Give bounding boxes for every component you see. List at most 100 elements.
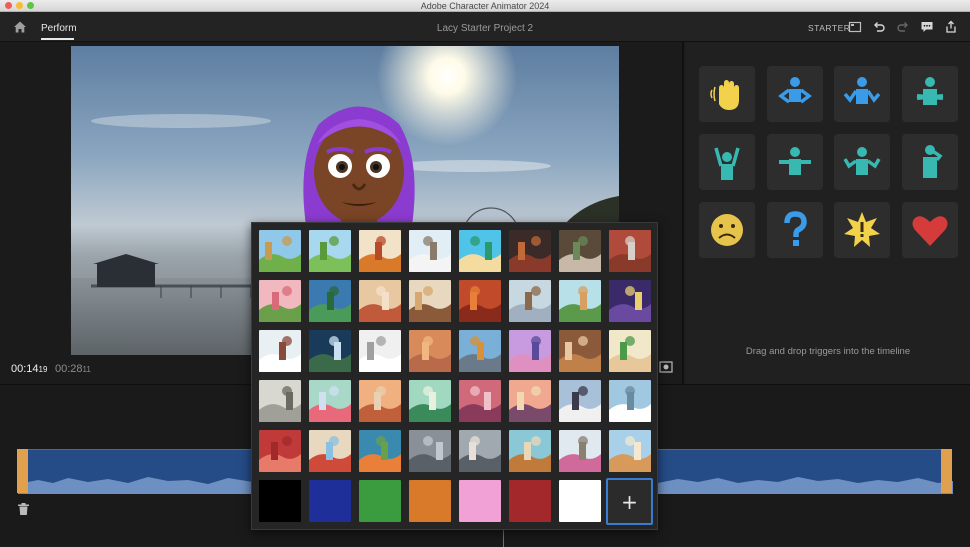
background-thumb-desert-cactus[interactable] — [609, 330, 651, 372]
background-thumb-tropical-beach[interactable] — [459, 230, 501, 272]
redo-icon[interactable] — [896, 20, 910, 34]
color-swatch[interactable] — [509, 480, 551, 522]
background-thumb-pink-mountains[interactable] — [459, 380, 501, 422]
arms-out-icon — [779, 147, 811, 175]
background-thumb-sketch-town[interactable] — [259, 380, 301, 422]
background-thumb-image — [559, 230, 601, 272]
background-thumb-image — [409, 230, 451, 272]
record-icon[interactable] — [659, 360, 673, 374]
total-time: 00:2811 — [55, 363, 91, 375]
background-thumb-purple-planet[interactable] — [509, 330, 551, 372]
background-thumb-image — [509, 230, 551, 272]
background-thumb-cherry-blossom[interactable] — [309, 380, 351, 422]
question-mark-icon — [784, 211, 807, 246]
background-thumb-interior-doorway[interactable] — [359, 280, 401, 322]
background-thumb-treehouse[interactable] — [509, 430, 551, 472]
background-thumb-image — [609, 430, 651, 472]
background-thumb-studio-white[interactable] — [359, 330, 401, 372]
trigger-sad-face[interactable] — [699, 202, 755, 258]
color-swatch[interactable] — [459, 480, 501, 522]
background-thumb-green-valley[interactable] — [309, 280, 351, 322]
background-thumb-orange-trees[interactable] — [359, 430, 401, 472]
thinking-icon — [923, 145, 943, 178]
background-thumb-office[interactable] — [509, 280, 551, 322]
current-time: 00:1419 — [11, 363, 47, 375]
triggers-panel: Drag and drop triggers into the timeline — [686, 42, 970, 384]
trigger-question-mark[interactable] — [767, 202, 823, 258]
trigger-heart[interactable] — [902, 202, 958, 258]
background-thumb-brick-wall[interactable] — [609, 230, 651, 272]
color-swatch[interactable] — [359, 480, 401, 522]
background-thumb-adobe-house[interactable] — [409, 330, 451, 372]
background-thumb-image — [359, 380, 401, 422]
track-start-handle[interactable] — [17, 449, 28, 493]
background-thumb-image — [409, 430, 451, 472]
background-thumb-image — [409, 380, 451, 422]
background-thumb-image — [509, 380, 551, 422]
background-thumb-image — [309, 230, 351, 272]
trigger-hands-up[interactable] — [699, 134, 755, 190]
trigger-shrug-teal[interactable] — [834, 134, 890, 190]
sad-face-icon — [711, 214, 743, 246]
background-thumb-image — [509, 430, 551, 472]
color-swatch[interactable] — [309, 480, 351, 522]
exclamation-burst-icon — [844, 212, 880, 247]
background-thumb-red-canyon[interactable] — [259, 430, 301, 472]
background-thumb-image — [409, 280, 451, 322]
panel-toggle-icon[interactable] — [848, 20, 862, 34]
heart-icon — [912, 216, 948, 246]
active-tab-indicator — [41, 38, 74, 40]
background-thumb-image — [459, 430, 501, 472]
background-picker-popover: + — [251, 222, 658, 530]
background-thumb-meadow[interactable] — [309, 230, 351, 272]
trigger-arms-crossed[interactable] — [902, 66, 958, 122]
background-thumb-pink-hills[interactable] — [259, 280, 301, 322]
background-thumb-autumn-trees[interactable] — [359, 230, 401, 272]
hands-on-hips-icon — [778, 77, 812, 104]
trigger-shrug-blue[interactable] — [834, 66, 890, 122]
background-thumb-stadium-lights[interactable] — [309, 330, 351, 372]
background-thumb-image — [509, 330, 551, 372]
color-swatch[interactable] — [259, 480, 301, 522]
background-thumb-image — [359, 230, 401, 272]
background-thumb-wooden-shack[interactable] — [559, 330, 601, 372]
background-thumb-red-desert[interactable] — [459, 280, 501, 322]
background-thumb-alley[interactable] — [559, 230, 601, 272]
color-swatch[interactable] — [559, 480, 601, 522]
trigger-thinking[interactable] — [902, 134, 958, 190]
background-thumb-lighthouse[interactable] — [559, 380, 601, 422]
background-thumb-image — [259, 230, 301, 272]
color-swatch[interactable] — [409, 480, 451, 522]
app-toolbar: Perform Lacy Starter Project 2 STARTER — [0, 12, 970, 42]
add-background-button[interactable]: + — [606, 478, 653, 525]
trigger-hands-on-hips[interactable] — [767, 66, 823, 122]
background-thumb-ship-harbor[interactable] — [459, 430, 501, 472]
background-thumb-winter-birch[interactable] — [409, 230, 451, 272]
background-thumb-canyon[interactable] — [359, 380, 401, 422]
background-thumb-sunset-tree[interactable] — [509, 380, 551, 422]
wave-hand-icon — [710, 80, 739, 110]
background-thumb-snowy-cabin[interactable] — [259, 330, 301, 372]
background-thumb-snowy-peaks[interactable] — [609, 380, 651, 422]
background-thumb-forest[interactable] — [259, 230, 301, 272]
comment-icon[interactable] — [920, 20, 934, 34]
trigger-exclamation-burst[interactable] — [834, 202, 890, 258]
trigger-arms-out[interactable] — [767, 134, 823, 190]
background-thumb-boulder-lake[interactable] — [459, 330, 501, 372]
mode-badge[interactable]: STARTER — [808, 23, 850, 33]
background-thumb-farmhouse[interactable] — [609, 430, 651, 472]
share-icon[interactable] — [944, 20, 958, 34]
background-thumb-green-road[interactable] — [559, 280, 601, 322]
trigger-wave[interactable] — [699, 66, 755, 122]
background-thumb-living-room[interactable] — [409, 280, 451, 322]
background-thumb-city-night[interactable] — [509, 230, 551, 272]
background-thumb-gray-columns[interactable] — [409, 430, 451, 472]
background-thumb-misty-hills[interactable] — [409, 380, 451, 422]
background-thumb-castle-night[interactable] — [609, 280, 651, 322]
background-thumb-garden-trellis[interactable] — [559, 430, 601, 472]
undo-icon[interactable] — [872, 20, 886, 34]
background-thumb-playground[interactable] — [309, 430, 351, 472]
trash-icon[interactable] — [17, 502, 30, 516]
triggers-hint: Drag and drop triggers into the timeline — [745, 346, 911, 357]
track-end-handle[interactable] — [941, 449, 952, 493]
